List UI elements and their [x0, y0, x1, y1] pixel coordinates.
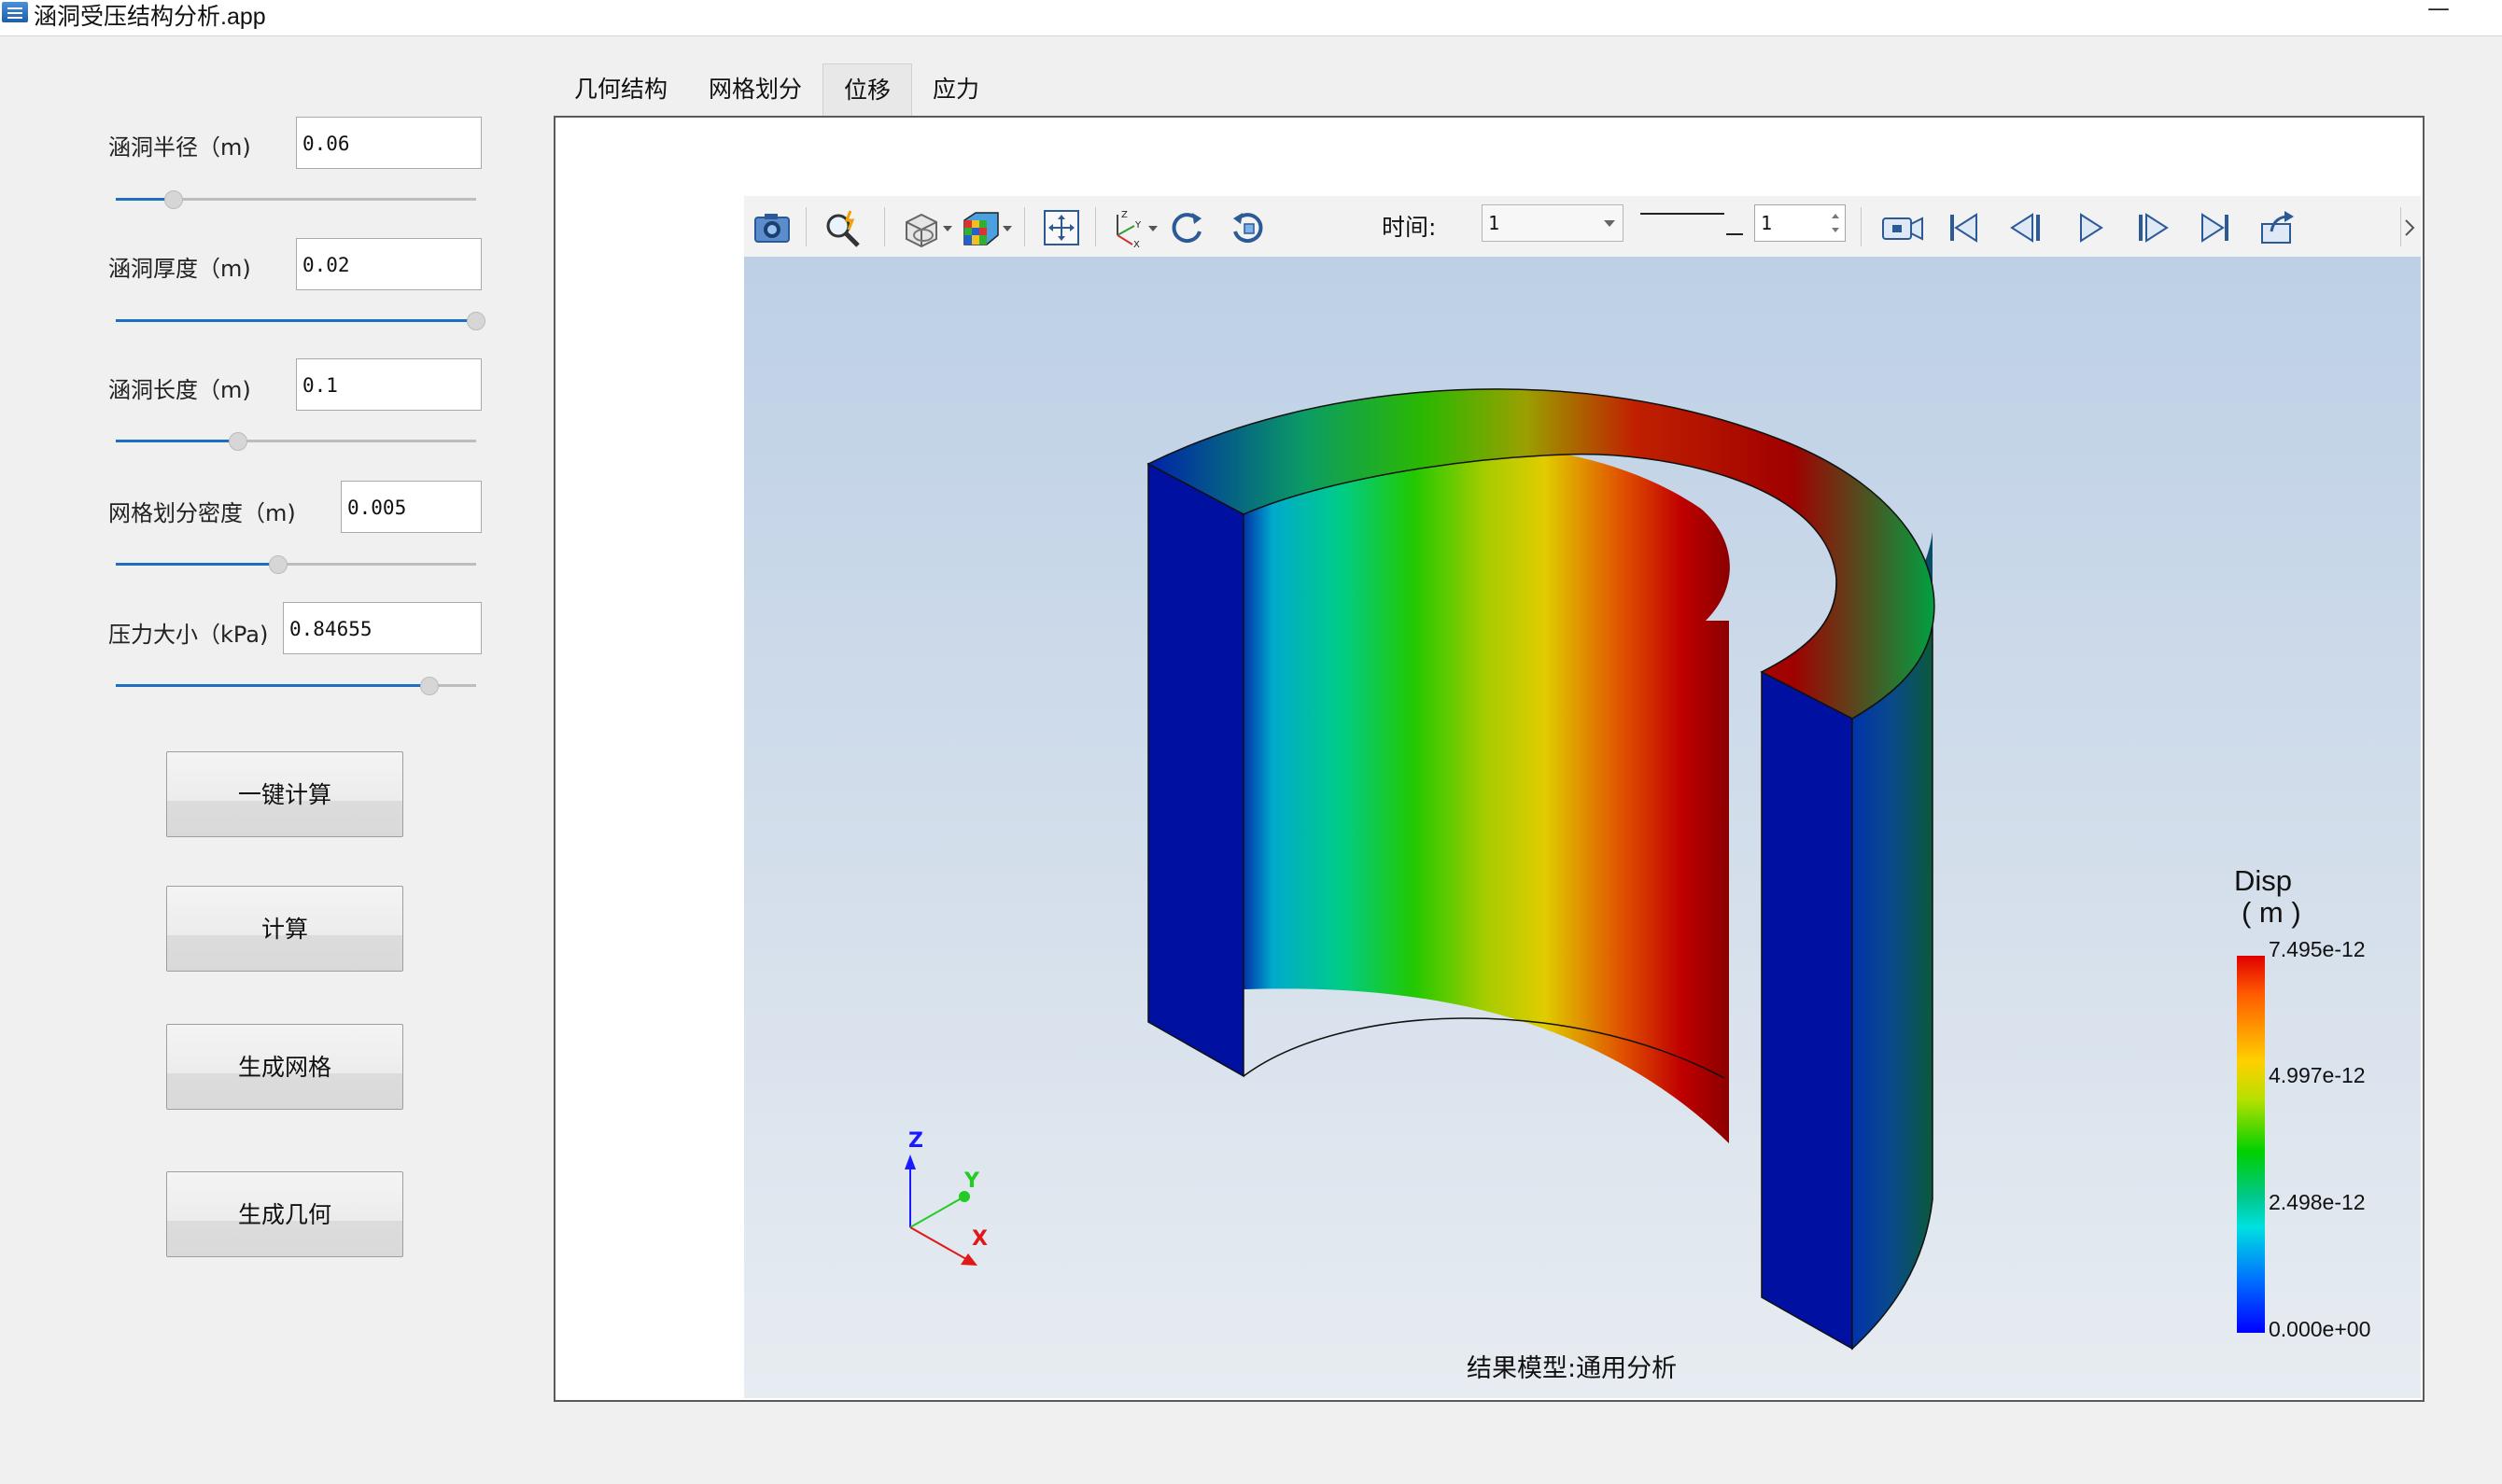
- toolbar-overflow-icon[interactable]: [2402, 207, 2417, 248]
- radius-input[interactable]: 0.06: [296, 117, 482, 169]
- time-select-value: 1: [1488, 212, 1500, 234]
- z-axis-label: Z: [908, 1129, 923, 1153]
- step-spinbox-value: 1: [1761, 212, 1773, 234]
- reset-view-icon[interactable]: [1228, 207, 1269, 248]
- tab-stress[interactable]: 应力: [912, 63, 1000, 116]
- thickness-input[interactable]: 0.02: [296, 238, 482, 290]
- mesh-density-slider-thumb[interactable]: [268, 555, 288, 574]
- result-model-label: 结果模型:通用分析: [1467, 1354, 1678, 1383]
- svg-text:X: X: [1133, 240, 1140, 248]
- step-spinbox[interactable]: 1: [1754, 204, 1846, 242]
- legend-label-lower: 2.498e-12: [2269, 1190, 2366, 1214]
- tab-geometry[interactable]: 几何结构: [554, 63, 688, 116]
- viewer-toolbar: Z Y X 时间: 1 1: [744, 196, 2421, 258]
- last-frame-icon[interactable]: [2195, 207, 2236, 248]
- param-label-length: 涵洞长度（m): [108, 377, 251, 403]
- mesh-color-dropdown-icon[interactable]: [1000, 207, 1015, 248]
- legend-label-upper: 4.997e-12: [2269, 1063, 2366, 1087]
- length-slider-thumb[interactable]: [229, 432, 248, 451]
- radius-slider[interactable]: [116, 189, 476, 209]
- 3d-viewport[interactable]: Z Y X: [744, 257, 2421, 1398]
- legend-unit: ( m ): [2242, 896, 2301, 929]
- play-icon[interactable]: [2070, 207, 2111, 248]
- spin-up-icon[interactable]: [1832, 214, 1839, 218]
- prev-frame-icon[interactable]: [2006, 207, 2047, 248]
- pressure-slider[interactable]: [116, 676, 476, 695]
- generate-geometry-button[interactable]: 生成几何: [166, 1171, 403, 1257]
- next-frame-icon[interactable]: [2131, 207, 2172, 248]
- camera-icon[interactable]: [752, 207, 793, 248]
- legend-title: Disp ( m ): [2234, 865, 2301, 929]
- title-bar: 涵洞受压结构分析.app —: [0, 0, 2502, 36]
- time-select[interactable]: 1: [1482, 204, 1623, 242]
- param-label-thickness: 涵洞厚度（m): [108, 256, 251, 282]
- chevron-down-icon: [1604, 220, 1615, 227]
- displacement-model: [905, 388, 1935, 1351]
- pressure-slider-thumb[interactable]: [419, 677, 439, 695]
- axes-icon[interactable]: Z Y X: [1104, 207, 1146, 248]
- app-icon: [2, 2, 28, 22]
- first-frame-icon[interactable]: [1943, 207, 1984, 248]
- display-mode-dropdown-icon[interactable]: [940, 207, 955, 248]
- zoom-icon[interactable]: [822, 207, 864, 248]
- param-label-mesh-density: 网格划分密度（m): [108, 500, 296, 526]
- radius-slider-thumb[interactable]: [163, 190, 183, 209]
- window-title: 涵洞受压结构分析.app: [34, 4, 266, 30]
- display-mode-icon[interactable]: [901, 207, 942, 248]
- tab-mesh[interactable]: 网格划分: [688, 63, 822, 116]
- generate-mesh-button[interactable]: 生成网格: [166, 1024, 403, 1110]
- length-slider[interactable]: [116, 431, 476, 451]
- param-label-pressure: 压力大小（kPa): [108, 622, 269, 648]
- legend-color-bar: [2237, 956, 2265, 1333]
- mesh-density-input[interactable]: 0.005: [341, 481, 482, 533]
- record-icon[interactable]: [1879, 207, 1928, 248]
- compute-button[interactable]: 计算: [166, 886, 403, 972]
- svg-text:Z: Z: [1121, 210, 1128, 220]
- line-style-sample-end: [1726, 233, 1743, 235]
- svg-text:Y: Y: [1134, 220, 1142, 231]
- thickness-slider-thumb[interactable]: [467, 312, 485, 330]
- thickness-slider[interactable]: [116, 311, 485, 330]
- tab-displacement[interactable]: 位移: [822, 63, 913, 116]
- legend-label-max: 7.495e-12: [2269, 937, 2366, 961]
- legend-label-min: 0.000e+00: [2269, 1317, 2371, 1341]
- one-click-compute-button[interactable]: 一键计算: [166, 751, 403, 837]
- minimize-icon[interactable]: —: [2427, 0, 2450, 20]
- y-axis-label: Y: [964, 1169, 979, 1193]
- line-style-sample: [1640, 213, 1724, 215]
- mesh-density-slider[interactable]: [116, 554, 476, 574]
- axes-dropdown-icon[interactable]: [1146, 207, 1160, 248]
- length-input[interactable]: 0.1: [296, 358, 482, 411]
- x-axis-label: X: [972, 1227, 988, 1251]
- export-icon[interactable]: [2256, 207, 2298, 248]
- spin-down-icon[interactable]: [1832, 228, 1839, 232]
- mesh-color-icon[interactable]: [961, 207, 1002, 248]
- param-label-radius: 涵洞半径（m): [108, 134, 251, 161]
- legend-quantity: Disp: [2234, 864, 2293, 897]
- fit-view-icon[interactable]: [1041, 207, 1082, 248]
- pressure-input[interactable]: 0.84655: [283, 602, 482, 654]
- rotate-icon[interactable]: [1166, 207, 1207, 248]
- time-label: 时间:: [1382, 214, 1437, 241]
